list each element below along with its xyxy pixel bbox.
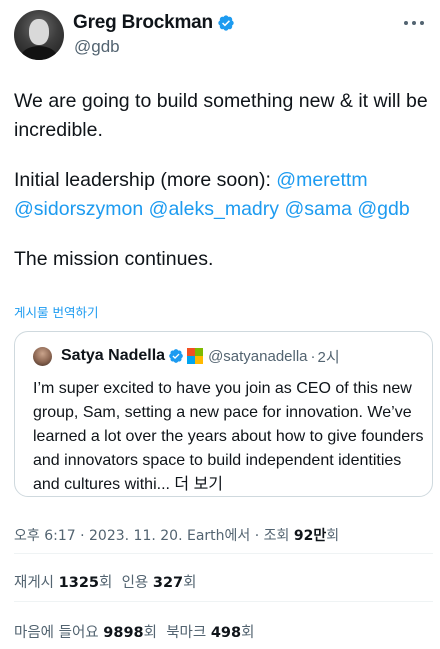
mention-link[interactable]: @aleks_madry <box>149 198 279 220</box>
post-source: Earth에서 <box>186 528 251 544</box>
avatar-body-shape <box>21 46 57 60</box>
quoted-author-handle: @satyanadella <box>208 347 308 365</box>
reposts-stat[interactable]: 재게시 1325회 <box>14 575 112 591</box>
reposts-count: 1325 <box>58 575 99 591</box>
quotes-label: 인용 <box>121 575 153 591</box>
author-name-row: Greg Brockman <box>73 12 235 34</box>
views-count: 92만 <box>293 528 327 544</box>
author-name[interactable]: Greg Brockman <box>73 12 213 34</box>
verified-badge-icon <box>218 15 234 31</box>
repost-quote-stats: 재게시 1325회 인용 327회 <box>14 571 196 592</box>
quoted-tweet-header: Satya Nadella @satyanadella · 2시 <box>33 346 340 366</box>
reposts-label: 재게시 <box>14 575 59 591</box>
tweet-line-mission: The mission continues. <box>14 248 214 270</box>
more-options-icon[interactable] <box>402 18 426 28</box>
tweet-header: Greg Brockman @gdb <box>14 10 426 64</box>
bookmarks-label: 북마크 <box>166 625 211 641</box>
reposts-suffix: 회 <box>99 575 113 591</box>
show-more-link[interactable]: 더 보기 <box>170 476 223 493</box>
post-time[interactable]: 오후 6:17 <box>14 528 76 544</box>
quotes-stat[interactable]: 인용 327회 <box>122 575 197 591</box>
likes-stat[interactable]: 마음에 들어요 9898회 <box>14 625 157 641</box>
tweet-metadata: 오후 6:17 · 2023. 11. 20. Earth에서 · 조회 92만… <box>14 525 339 545</box>
quoted-author-name: Satya Nadella <box>61 347 166 364</box>
mention-link[interactable]: @merettm <box>276 169 367 191</box>
quoted-author-avatar <box>33 346 52 366</box>
bookmarks-count: 498 <box>210 625 242 641</box>
meta-separator: · <box>250 528 264 544</box>
tweet-line-leadership: Initial leadership (more soon): @merettm… <box>14 166 434 224</box>
avatar-face-shape <box>29 19 49 45</box>
divider <box>14 601 433 602</box>
divider <box>14 553 433 554</box>
likes-bookmarks-stats: 마음에 들어요 9898회 북마크 498회 <box>14 621 254 642</box>
quoted-tweet-body: I’m super excited to have you join as CE… <box>33 380 424 493</box>
mention-link[interactable]: @sama <box>284 198 351 220</box>
likes-suffix: 회 <box>143 625 157 641</box>
author-handle[interactable]: @gdb <box>74 37 120 57</box>
views-label: 조회 <box>263 528 294 544</box>
tweet-body: We are going to build something new & it… <box>14 87 434 274</box>
bookmarks-stat[interactable]: 북마크 498회 <box>166 625 254 641</box>
translate-post-link[interactable]: 게시물 번역하기 <box>14 302 98 321</box>
likes-count: 9898 <box>103 625 144 641</box>
bookmarks-suffix: 회 <box>241 625 255 641</box>
quotes-count: 327 <box>152 575 184 591</box>
tweet-line-announcement: We are going to build something new & it… <box>14 90 428 141</box>
quotes-suffix: 회 <box>183 575 197 591</box>
mention-link[interactable]: @gdb <box>357 198 409 220</box>
quoted-dot-separator: · <box>310 347 316 365</box>
quoted-tweet-text: I’m super excited to have you join as CE… <box>33 377 428 497</box>
meta-separator: · <box>75 528 90 544</box>
post-date[interactable]: 2023. 11. 20. <box>89 528 183 544</box>
quoted-time: 2시 <box>317 348 340 366</box>
views-suffix: 회 <box>326 528 340 544</box>
mention-link[interactable]: @sidorszymon <box>14 198 143 220</box>
microsoft-affiliation-icon <box>187 348 204 364</box>
leadership-prefix: Initial leadership (more soon): <box>14 169 277 191</box>
author-avatar[interactable] <box>14 10 64 60</box>
likes-label: 마음에 들어요 <box>14 625 104 641</box>
quoted-tweet-card[interactable]: Satya Nadella @satyanadella · 2시 I’m sup… <box>14 331 433 497</box>
quoted-verified-badge-icon <box>169 349 183 363</box>
